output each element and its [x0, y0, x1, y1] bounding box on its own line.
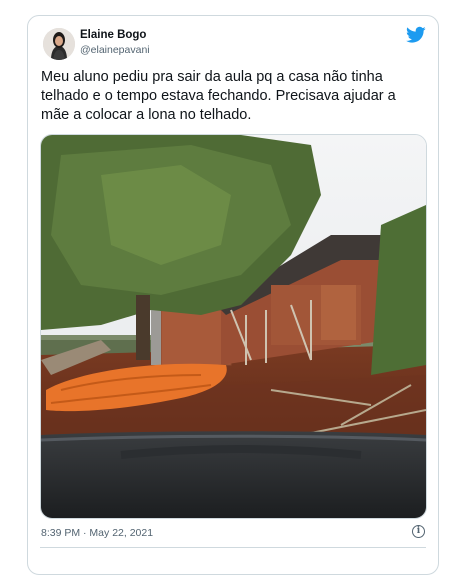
- tweet-photo[interactable]: [40, 134, 427, 519]
- photo-scene: [41, 135, 426, 518]
- tweet-text: Meu aluno pediu pra sair da aula pq a ca…: [41, 69, 396, 123]
- twitter-bird-icon[interactable]: [406, 26, 426, 44]
- card-divider: [40, 547, 426, 548]
- author-handle[interactable]: @elainepavani: [80, 44, 150, 56]
- author-avatar[interactable]: [43, 28, 75, 60]
- tweet-card[interactable]: Elaine Bogo @elainepavani Meu aluno pedi…: [27, 15, 439, 575]
- tweet-timestamp[interactable]: 8:39 PM · May 22, 2021: [41, 527, 153, 539]
- author-name[interactable]: Elaine Bogo: [80, 29, 146, 41]
- info-icon[interactable]: i: [412, 525, 425, 538]
- avatar-image: [43, 28, 75, 60]
